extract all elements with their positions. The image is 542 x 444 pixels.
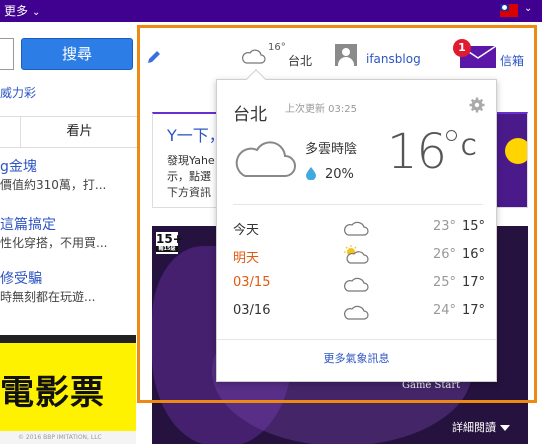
news-desc: 價值約310萬，打...: [0, 178, 107, 192]
forecast-high: 24°: [433, 303, 457, 318]
more-menu-label: 更多: [4, 4, 29, 18]
degree-symbol: [446, 130, 457, 141]
divider: [217, 339, 496, 340]
weather-city: 台北: [233, 105, 267, 125]
left-column: 搜尋 威力彩 看片 g金塊 價值約310萬，打... 這篇搞定 性化穿搭，不用買…: [0, 22, 138, 444]
forecast-low: 15°: [462, 219, 486, 234]
weather-updated: 上次更新 03:25: [285, 104, 357, 115]
forecast-day: 明天: [233, 251, 260, 266]
sun-cloud-icon: [344, 245, 369, 264]
forecast-high: 26°: [433, 247, 457, 262]
forecast-high: 25°: [433, 275, 457, 290]
taiwan-flag-icon[interactable]: [500, 4, 518, 17]
weather-condition: 多雲時陰: [305, 142, 358, 157]
triangle-down-icon: [500, 425, 510, 431]
news-title[interactable]: 這篇搞定: [0, 216, 138, 234]
raindrop-icon: [306, 167, 316, 180]
news-title[interactable]: 修受騙: [0, 270, 138, 288]
news-item[interactable]: 修受騙 時無刻都在玩遊...: [0, 270, 138, 306]
movie-ticket-ad[interactable]: 電影票 © 2016 BBP IMITATION, LLC: [0, 335, 136, 444]
forecast-row: 明天 26° 16°: [233, 244, 485, 268]
forecast-day: 03/16: [233, 303, 271, 318]
news-item[interactable]: 這篇搞定 性化穿搭，不用買...: [0, 216, 138, 252]
rain-chance: 20%: [325, 167, 354, 182]
news-item[interactable]: g金塊 價值約310萬，打...: [0, 158, 138, 194]
cloud-icon: [235, 141, 296, 177]
forecast-low: 17°: [462, 275, 486, 290]
news-desc: 時無刻都在玩遊...: [0, 290, 96, 304]
forecast-high: 23°: [433, 219, 457, 234]
more-weather-link[interactable]: 更多氣象訊息: [217, 350, 496, 366]
weather-popup: 台北 上次更新 03:25 多雲時陰 20% 16 C 今天 23° 15° 明…: [216, 69, 497, 382]
current-temperature: 16: [387, 124, 447, 180]
top-bar: 更多 ⌄ ⌄: [0, 0, 542, 22]
forecast-row: 03/16 24° 17°: [233, 300, 485, 324]
region-chevron-down-icon[interactable]: ⌄: [524, 3, 532, 14]
search-button[interactable]: 搜尋: [21, 38, 133, 70]
divider: [0, 147, 138, 148]
more-menu[interactable]: 更多 ⌄: [4, 3, 40, 21]
gear-icon[interactable]: [469, 97, 485, 113]
forecast-low: 17°: [462, 303, 486, 318]
forecast-day: 今天: [233, 223, 260, 238]
forecast-row: 今天 23° 15°: [233, 216, 485, 240]
chevron-down-icon: ⌄: [32, 7, 41, 18]
temperature-unit: C: [461, 136, 477, 161]
cloud-icon: [344, 221, 369, 236]
divider: [233, 204, 483, 205]
forecast-day: 03/15: [233, 275, 271, 290]
cloud-icon: [344, 277, 369, 292]
news-desc: 性化穿搭，不用買...: [0, 236, 108, 250]
movie-ad-footer: © 2016 BBP IMITATION, LLC: [0, 431, 136, 444]
lottery-link[interactable]: 威力彩: [0, 84, 36, 101]
read-more-button[interactable]: 詳細閱讀: [452, 419, 528, 437]
cloud-icon: [344, 305, 369, 320]
movie-ad-text: 電影票: [0, 373, 105, 413]
search-input[interactable]: [0, 38, 14, 70]
read-more-label: 詳細閱讀: [452, 421, 496, 434]
tab-film[interactable]: 看片: [20, 117, 138, 147]
forecast-row: 03/15 25° 17°: [233, 272, 485, 296]
forecast-low: 16°: [462, 247, 486, 262]
news-title[interactable]: g金塊: [0, 158, 138, 176]
